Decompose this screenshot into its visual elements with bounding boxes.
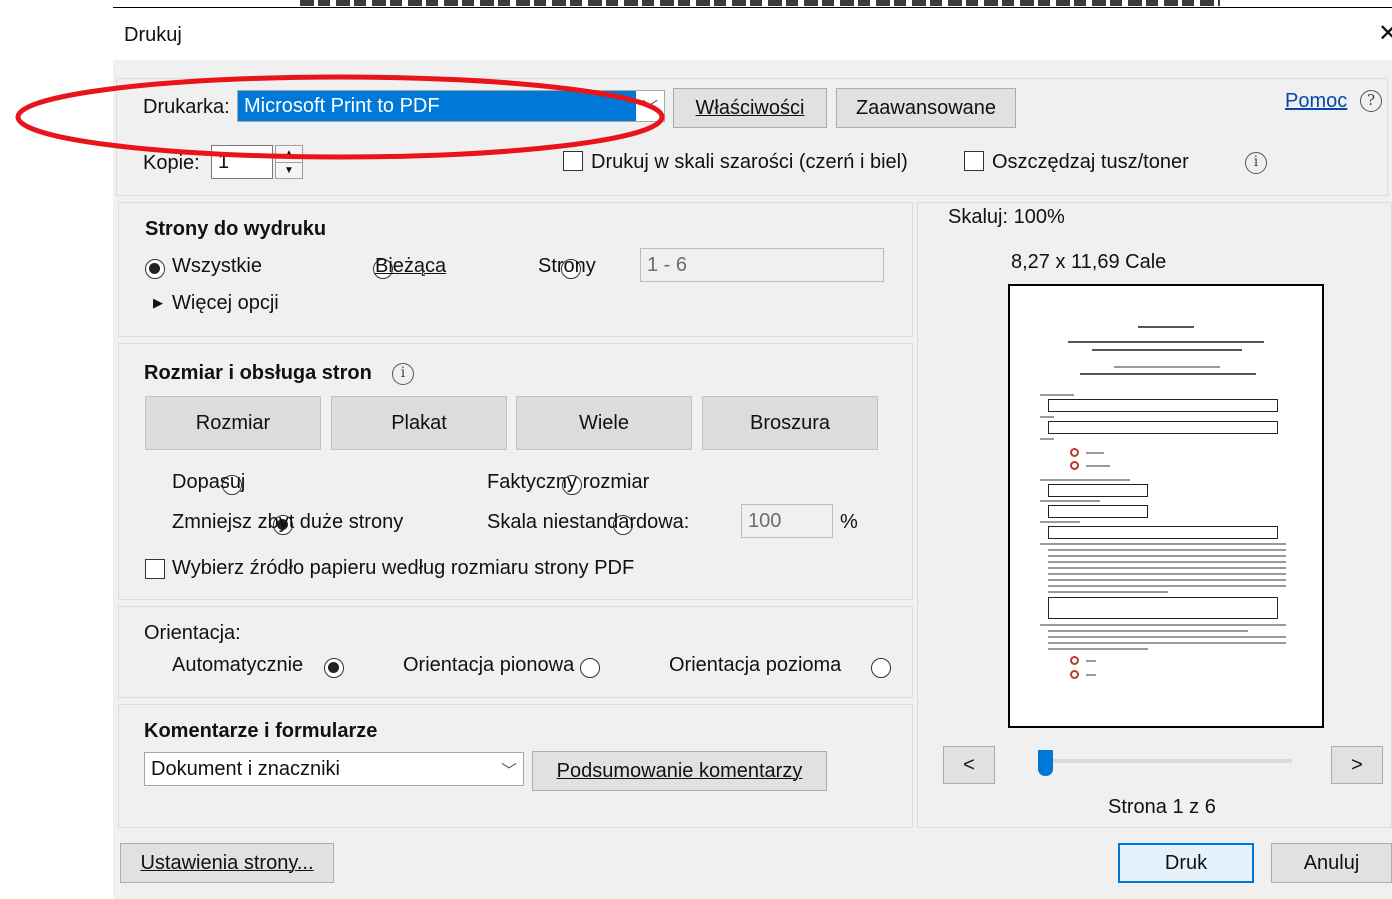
- comments-summary-button[interactable]: Podsumowanie komentarzy: [532, 751, 827, 791]
- help-link[interactable]: Pomoc: [1285, 90, 1347, 113]
- poster-button[interactable]: Plakat: [331, 396, 507, 450]
- paper-source-label: Wybierz źródło papieru według rozmiaru s…: [172, 557, 635, 579]
- page-setup-label: Ustawienia strony...: [140, 851, 314, 874]
- annotation-ellipse: [15, 74, 665, 160]
- info-icon[interactable]: i: [1245, 152, 1267, 174]
- orientation-panel: [118, 606, 913, 698]
- fit-label: Dopasuj: [172, 471, 246, 493]
- save-ink-checkbox[interactable]: [964, 151, 984, 171]
- preview-dimensions: 8,27 x 11,69 Cale: [1011, 251, 1167, 273]
- comments-summary-label: Podsumowanie komentarzy: [556, 759, 803, 782]
- properties-button-label: Właściwości: [695, 96, 805, 119]
- pages-all-radio[interactable]: [145, 258, 165, 279]
- window-top-border: [113, 7, 1392, 8]
- actual-size-label: Faktyczny rozmiar: [487, 471, 650, 493]
- sizing-info-icon[interactable]: i: [392, 363, 414, 385]
- shrink-label: Zmniejsz zbyt duże strony: [172, 511, 404, 533]
- properties-button[interactable]: Właściwości: [673, 88, 827, 128]
- pages-range-input[interactable]: 1 - 6: [640, 248, 884, 282]
- multiple-button[interactable]: Wiele: [516, 396, 692, 450]
- orientation-auto-label: Automatycznie: [172, 654, 304, 676]
- preview-page: [1008, 284, 1324, 728]
- cancel-button[interactable]: Anuluj: [1271, 843, 1392, 883]
- booklet-button[interactable]: Broszura: [702, 396, 878, 450]
- chevron-down-icon: ﹀: [500, 763, 517, 780]
- comments-select[interactable]: Dokument i znaczniki ﹀: [144, 752, 524, 786]
- orientation-portrait-label: Orientacja pionowa: [403, 654, 575, 676]
- advanced-button[interactable]: Zaawansowane: [836, 88, 1016, 128]
- size-button[interactable]: Rozmiar: [145, 396, 321, 450]
- pages-range-label: Strony: [538, 255, 596, 277]
- custom-scale-input[interactable]: 100: [741, 504, 833, 538]
- percent-label: %: [840, 511, 858, 533]
- help-question-icon[interactable]: ?: [1360, 90, 1382, 112]
- print-button[interactable]: Druk: [1118, 843, 1254, 883]
- dialog-title: Drukuj: [124, 24, 182, 46]
- pages-title: Strony do wydruku: [145, 218, 327, 240]
- comments-selected-value: Dokument i znaczniki: [151, 757, 340, 780]
- advanced-button-label: Zaawansowane: [855, 96, 997, 119]
- paper-source-checkbox[interactable]: [145, 559, 165, 579]
- orientation-landscape-label: Orientacja pozioma: [669, 654, 842, 676]
- expand-triangle-icon[interactable]: ▶: [153, 295, 163, 311]
- stepper-down-icon[interactable]: ▼: [276, 163, 302, 179]
- more-options-link[interactable]: Więcej opcji: [172, 292, 279, 315]
- orientation-title: Orientacja:: [144, 622, 241, 644]
- close-icon[interactable]: ✕: [1378, 22, 1392, 46]
- page-slider-thumb[interactable]: [1038, 750, 1053, 776]
- comments-title: Komentarze i formularze: [144, 720, 378, 742]
- next-page-button[interactable]: >: [1331, 746, 1383, 784]
- page-status: Strona 1 z 6: [1108, 796, 1216, 818]
- save-ink-label: Oszczędzaj tusz/toner: [992, 151, 1189, 173]
- page-setup-button[interactable]: Ustawienia strony...: [120, 843, 334, 883]
- custom-scale-label: Skala niestandardowa:: [487, 511, 690, 533]
- pages-all-label: Wszystkie: [172, 255, 262, 277]
- orientation-landscape-radio[interactable]: [871, 657, 892, 678]
- sizing-title: Rozmiar i obsługa stron: [144, 362, 372, 384]
- prev-page-button[interactable]: <: [943, 746, 995, 784]
- preview-scale: Skaluj: 100%: [948, 206, 1065, 228]
- page-slider-track[interactable]: [1040, 759, 1292, 763]
- orientation-portrait-radio[interactable]: [579, 657, 600, 678]
- pages-current-label: Bieżąca: [375, 255, 447, 277]
- orientation-auto-radio[interactable]: [323, 657, 344, 678]
